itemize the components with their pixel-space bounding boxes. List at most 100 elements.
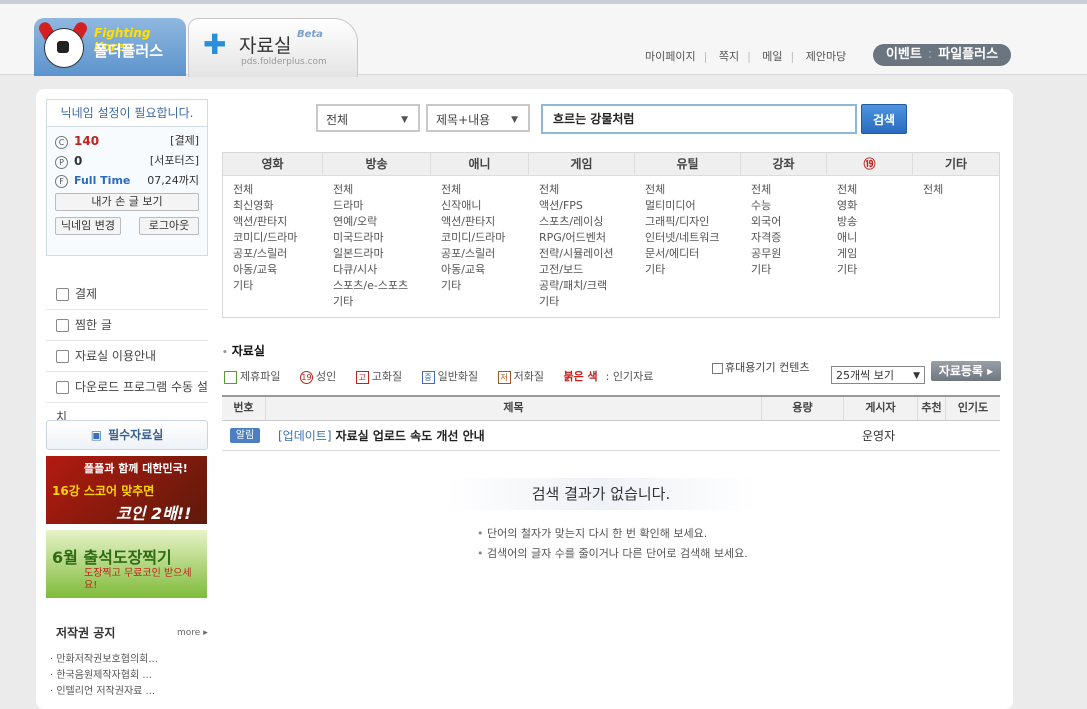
beta-label: Beta	[297, 29, 323, 40]
category-link[interactable]: 전체	[751, 182, 827, 198]
category-link[interactable]: 미국드라마	[333, 230, 431, 246]
category-link[interactable]: 멀티미디어	[645, 198, 741, 214]
category-link[interactable]: 액션/판타지	[441, 214, 529, 230]
menu-favorites[interactable]: 찜한 글	[46, 310, 208, 341]
nav-message[interactable]: 쪽지	[719, 50, 739, 63]
category-link[interactable]: 방송	[837, 214, 913, 230]
supporters-link[interactable]: [서포터즈]	[150, 151, 199, 171]
search-tip: 단어의 철자가 맞는지 다시 한 번 확인해 보세요.	[477, 524, 748, 544]
menu-payment[interactable]: 결제	[46, 279, 208, 310]
category-link[interactable]: 외국어	[751, 214, 827, 230]
category-link[interactable]: 공무원	[751, 246, 827, 262]
category-link[interactable]: 기타	[333, 294, 431, 310]
category-lecture[interactable]: 강좌	[741, 153, 827, 175]
category-link[interactable]: 기타	[645, 262, 741, 278]
search-input[interactable]: 흐르는 강물처럼	[541, 104, 857, 134]
menu-install[interactable]: 다운로드 프로그램 수동 설치	[46, 372, 208, 424]
category-link[interactable]: 기타	[837, 262, 913, 278]
event-link[interactable]: 이벤트	[886, 47, 922, 62]
my-posts-button[interactable]: 내가 손 글 보기	[55, 193, 199, 211]
copyright-more-link[interactable]: more ▸	[177, 628, 208, 638]
category-link[interactable]: 액션/FPS	[539, 198, 635, 214]
category-link[interactable]: 아동/교육	[441, 262, 529, 278]
category-link[interactable]: 고전/보드	[539, 262, 635, 278]
category-etc[interactable]: 기타	[913, 153, 999, 175]
must-have-button[interactable]: ▣ 필수자료실	[46, 420, 208, 450]
top-nav: 마이페이지 | 쪽지 | 메일 | 제안마당	[645, 50, 847, 63]
category-link[interactable]: RPG/어드벤처	[539, 230, 635, 246]
category-link[interactable]: 영화	[837, 198, 913, 214]
category-link[interactable]: 자격증	[751, 230, 827, 246]
category-link[interactable]: 문서/에디터	[645, 246, 741, 262]
search-button[interactable]: 검색	[861, 104, 907, 134]
category-link[interactable]: 수능	[751, 198, 827, 214]
partner-file-icon	[224, 370, 237, 384]
login-actions: 닉네임 변경 로그아웃	[55, 217, 199, 235]
category-link[interactable]: 스포츠/e-스포츠	[333, 278, 431, 294]
category-link[interactable]: 공포/스릴러	[233, 246, 323, 262]
category-util[interactable]: 유틸	[635, 153, 741, 175]
category-link[interactable]: 그래픽/디자인	[645, 214, 741, 230]
category-link[interactable]: 기타	[539, 294, 635, 310]
nickname-change-button[interactable]: 닉네임 변경	[55, 217, 121, 235]
category-link[interactable]: 일본드라마	[333, 246, 431, 262]
category-link[interactable]: 스포츠/레이싱	[539, 214, 635, 230]
list-item[interactable]: · 한국음원제작자협회 ...	[50, 668, 208, 684]
logout-button[interactable]: 로그아웃	[139, 217, 199, 235]
category-column: 전체 수능 외국어 자격증 공무원 기타	[741, 176, 827, 310]
fileplus-link[interactable]: 파일플러스	[938, 47, 998, 62]
attendance-banner[interactable]: 6월 출석도장찍기 도장찍고 무료코인 받으세요!	[46, 530, 207, 598]
category-link[interactable]: 애니	[837, 230, 913, 246]
category-link[interactable]: 전체	[923, 182, 999, 198]
category-link[interactable]: 다큐/시사	[333, 262, 431, 278]
category-movie[interactable]: 영화	[223, 153, 323, 175]
menu-guide[interactable]: 자료실 이용안내	[46, 341, 208, 372]
cash-payment-link[interactable]: [결제]	[170, 131, 199, 151]
category-link[interactable]: 드라마	[333, 198, 431, 214]
scope-select[interactable]: 전체 ▼	[316, 104, 420, 132]
category-link[interactable]: 기타	[441, 278, 529, 294]
pds-tab[interactable]: ✚ 자료실 Beta pds.folderplus.com	[188, 18, 358, 77]
fighting-korea-tab[interactable]: Fighting Korea 폴더플러스	[34, 18, 186, 76]
category-link[interactable]: 전체	[539, 182, 635, 198]
category-anime[interactable]: 애니	[431, 153, 529, 175]
category-link[interactable]: 신작애니	[441, 198, 529, 214]
mobile-checkbox[interactable]	[712, 362, 723, 374]
category-link[interactable]: 공포/스릴러	[441, 246, 529, 262]
notice-writer: 운영자	[862, 429, 896, 443]
category-column: 전체 최신영화 액션/판타지 코미디/드라마 공포/스릴러 아동/교육 기타	[223, 176, 323, 310]
category-link[interactable]: 게임	[837, 246, 913, 262]
category-link[interactable]: 연예/오락	[333, 214, 431, 230]
category-adult[interactable]: ⑲	[827, 153, 913, 175]
category-link[interactable]: 코미디/드라마	[233, 230, 323, 246]
worldcup-banner[interactable]: 폴플과 함께 대한민국! 16강 스코어 맞추면 코인 2배!!	[46, 456, 207, 524]
mobile-filter[interactable]: 휴대용기기 컨텐츠	[712, 359, 809, 375]
nickname-required-notice[interactable]: 닉네임 설정이 필요합니다.	[47, 100, 207, 127]
nav-mypage[interactable]: 마이페이지	[645, 50, 696, 63]
category-link[interactable]: 전체	[333, 182, 431, 198]
category-link[interactable]: 기타	[233, 278, 323, 294]
category-link[interactable]: 전체	[645, 182, 741, 198]
category-link[interactable]: 최신영화	[233, 198, 323, 214]
notice-title-link[interactable]: [업데이트] 자료실 업로드 속도 개선 안내	[278, 427, 485, 444]
category-game[interactable]: 게임	[529, 153, 635, 175]
category-column: 전체 드라마 연예/오락 미국드라마 일본드라마 다큐/시사 스포츠/e-스포츠 기타	[323, 176, 431, 310]
list-item[interactable]: · 인텔리언 저작권자료 ...	[50, 684, 208, 700]
category-link[interactable]: 전략/시뮬레이션	[539, 246, 635, 262]
list-item[interactable]: · 만화저작권보호협의회...	[50, 652, 208, 668]
category-link[interactable]: 기타	[751, 262, 827, 278]
field-select[interactable]: 제목+내용 ▼	[426, 104, 530, 132]
category-link[interactable]: 공략/패치/크랙	[539, 278, 635, 294]
category-link[interactable]: 전체	[233, 182, 323, 198]
category-link[interactable]: 전체	[837, 182, 913, 198]
category-link[interactable]: 액션/판타지	[233, 214, 323, 230]
category-link[interactable]: 아동/교육	[233, 262, 323, 278]
category-link[interactable]: 전체	[441, 182, 529, 198]
register-button[interactable]: 자료등록 ▸	[931, 361, 1001, 381]
nav-mail[interactable]: 메일	[762, 50, 782, 63]
nav-suggest[interactable]: 제안마당	[806, 50, 846, 63]
category-broadcast[interactable]: 방송	[323, 153, 431, 175]
category-link[interactable]: 인터넷/네트워크	[645, 230, 741, 246]
per-page-select[interactable]: 25개씩 보기 ▼	[831, 366, 925, 384]
category-link[interactable]: 코미디/드라마	[441, 230, 529, 246]
